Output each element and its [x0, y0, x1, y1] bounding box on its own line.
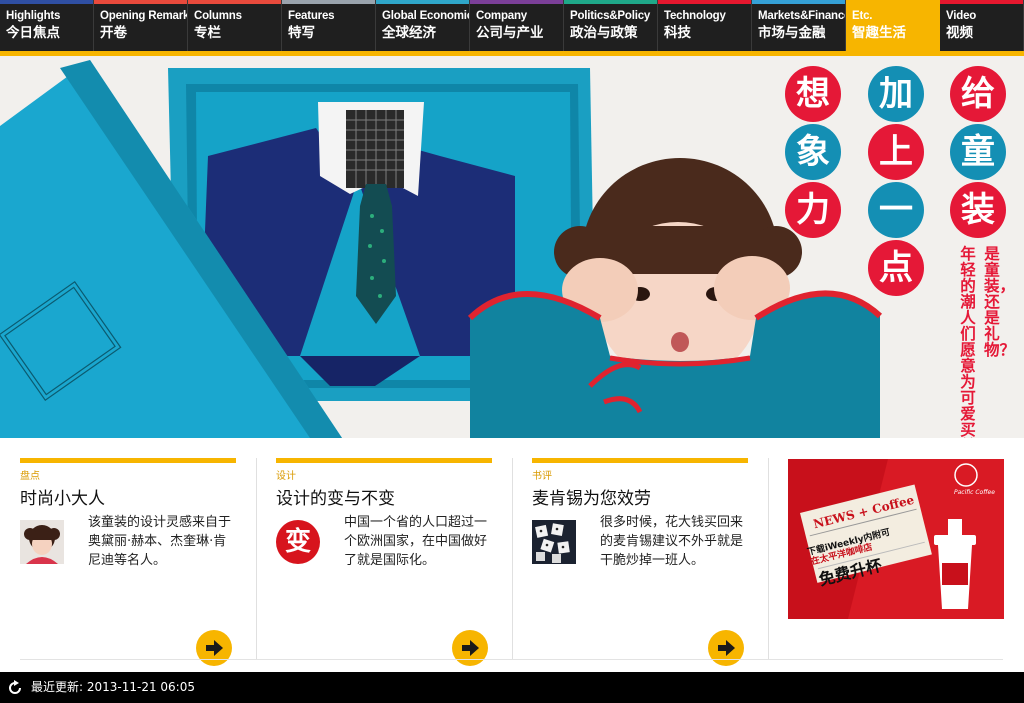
- tab-label-en: Opening Remarks: [100, 10, 188, 22]
- tab-label-zh: 今日焦点: [6, 25, 60, 41]
- hero-illustration: [0, 56, 1024, 438]
- headline-character: 装: [950, 182, 1006, 238]
- card-divider: [512, 458, 513, 660]
- coffee-promo-ad[interactable]: NEWS + Coffee 下载iWeekly内附可 在太平洋咖啡店 免费升杯 …: [788, 459, 1004, 619]
- coffee-promo-graphic: [788, 459, 1004, 619]
- card-title[interactable]: 设计的变与不变: [276, 484, 395, 509]
- tab-label-zh: 公司与产业: [476, 25, 544, 41]
- tab-label-zh: 开卷: [100, 25, 127, 41]
- tab-label-zh: 市场与金融: [758, 25, 826, 41]
- tab-global-economics[interactable]: Global Economics 全球经济: [376, 0, 470, 51]
- tab-label-en: Etc.: [852, 10, 873, 22]
- headline-character: 点: [868, 240, 924, 296]
- article-card[interactable]: 盘点 时尚小大人 该童装的设计灵感来自于奥黛丽·赫本、杰奎琳·肯尼迪等名人。: [20, 458, 236, 666]
- hero-caption-right: 是童装，还是礼物？: [984, 245, 1016, 359]
- change-character-icon: 变: [276, 520, 320, 564]
- headline-character: 童: [950, 124, 1006, 180]
- card-description: 该童装的设计灵感来自于奥黛丽·赫本、杰奎琳·肯尼迪等名人。: [88, 515, 232, 568]
- headline-character: 上: [868, 124, 924, 180]
- tab-label-en: Features: [288, 10, 335, 22]
- tab-label-en: Technology: [664, 10, 726, 22]
- tab-technology[interactable]: Technology 科技: [658, 0, 752, 51]
- tab-color-stripe: [752, 0, 845, 4]
- tab-company[interactable]: Company 公司与产业: [470, 0, 564, 51]
- tab-highlights[interactable]: Highlights 今日焦点: [0, 0, 94, 51]
- arrow-right-icon: [718, 640, 735, 656]
- tab-color-stripe: [846, 0, 939, 4]
- tab-color-stripe: [94, 0, 187, 4]
- card-category: 书评: [532, 471, 552, 482]
- tab-label-en: Politics&Policy: [570, 10, 651, 22]
- tab-label-en: Company: [476, 10, 527, 22]
- ad-brand: Pacific Coffee: [954, 489, 995, 496]
- article-card[interactable]: 设计 设计的变与不变 变 中国一个省的人口超过一个欧洲国家，在中国做好了就是国际…: [276, 458, 492, 666]
- tab-label-zh: 全球经济: [382, 25, 436, 41]
- tab-etc[interactable]: Etc. 智趣生活: [846, 0, 940, 51]
- tab-label-en: Video: [946, 10, 977, 22]
- hero-caption-left: 年轻的潮人们愿意为可爱买单: [960, 245, 976, 438]
- tab-features[interactable]: Features 特写: [282, 0, 376, 51]
- headline-character: 力: [785, 182, 841, 238]
- tab-color-stripe: [564, 0, 657, 4]
- tab-color-stripe: [188, 0, 281, 4]
- card-accent-bar: [532, 458, 748, 463]
- card-title[interactable]: 时尚小大人: [20, 484, 105, 509]
- tab-color-stripe: [940, 0, 1023, 4]
- card-divider: [768, 458, 769, 660]
- hero-banner[interactable]: 想象力 加上一点 给童装 年轻的潮人们愿意为可爱买单 是童装，还是礼物？: [0, 56, 1024, 438]
- headline-character: 象: [785, 124, 841, 180]
- last-updated-label: 最近更新: 2013-11-21 06:05: [31, 680, 195, 694]
- card-accent-bar: [276, 458, 492, 463]
- card-description: 中国一个省的人口超过一个欧洲国家，在中国做好了就是国际化。: [344, 515, 488, 568]
- tab-color-stripe: [0, 0, 93, 4]
- card-title[interactable]: 麦肯锡为您效劳: [532, 484, 651, 509]
- headline-character: 想: [785, 66, 841, 122]
- arrow-right-icon: [462, 640, 479, 656]
- tab-opening-remarks[interactable]: Opening Remarks 开卷: [94, 0, 188, 51]
- tab-label-zh: 科技: [664, 25, 691, 41]
- tab-color-stripe: [470, 0, 563, 4]
- card-divider: [256, 458, 257, 660]
- cards-bottom-divider: [20, 659, 1003, 660]
- card-description: 很多时候，花大钱买回来的麦肯锡建议不外乎就是干脆炒掉一班人。: [600, 515, 744, 568]
- dice-cubes-icon: [532, 520, 576, 564]
- tab-video[interactable]: Video 视频: [940, 0, 1024, 51]
- tab-label-zh: 专栏: [194, 25, 221, 41]
- arrow-right-icon: [206, 640, 223, 656]
- card-category: 盘点: [20, 471, 40, 482]
- change-character-text: 变: [276, 520, 320, 564]
- tab-label-zh: 智趣生活: [852, 25, 906, 41]
- article-cards: 盘点 时尚小大人 该童装的设计灵感来自于奥黛丽·赫本、杰奎琳·肯尼迪等名人。 设…: [0, 438, 1024, 672]
- refresh-icon[interactable]: [7, 680, 23, 696]
- girl-portrait-icon: [20, 520, 64, 564]
- tab-color-stripe: [282, 0, 375, 4]
- tab-columns[interactable]: Columns 专栏: [188, 0, 282, 51]
- tab-label-en: Highlights: [6, 10, 61, 22]
- tab-label-zh: 政治与政策: [570, 25, 638, 41]
- read-more-button[interactable]: [452, 630, 488, 666]
- tab-markets-finance[interactable]: Markets&Finance 市场与金融: [752, 0, 846, 51]
- article-card[interactable]: 书评 麦肯锡为您效劳 很多时候，花大钱买回来的麦肯锡建议不外乎就是干脆炒掉一班人…: [532, 458, 748, 666]
- tab-label-en: Global Economics: [382, 10, 470, 22]
- headline-character: 给: [950, 66, 1006, 122]
- card-accent-bar: [20, 458, 236, 463]
- tab-color-stripe: [376, 0, 469, 4]
- tab-color-stripe: [658, 0, 751, 4]
- tab-politics-policy[interactable]: Politics&Policy 政治与政策: [564, 0, 658, 51]
- tab-label-zh: 特写: [288, 25, 315, 41]
- card-category: 设计: [276, 471, 296, 482]
- headline-character: 加: [868, 66, 924, 122]
- headline-character: 一: [868, 182, 924, 238]
- read-more-button[interactable]: [708, 630, 744, 666]
- tab-label-en: Markets&Finance: [758, 10, 846, 22]
- read-more-button[interactable]: [196, 630, 232, 666]
- status-bar: 最近更新: 2013-11-21 06:05: [0, 672, 1024, 703]
- section-nav-bar: Highlights 今日焦点 Opening Remarks 开卷 Columns 专栏…: [0, 0, 1024, 51]
- tab-label-zh: 视频: [946, 25, 973, 41]
- tab-label-en: Columns: [194, 10, 242, 22]
